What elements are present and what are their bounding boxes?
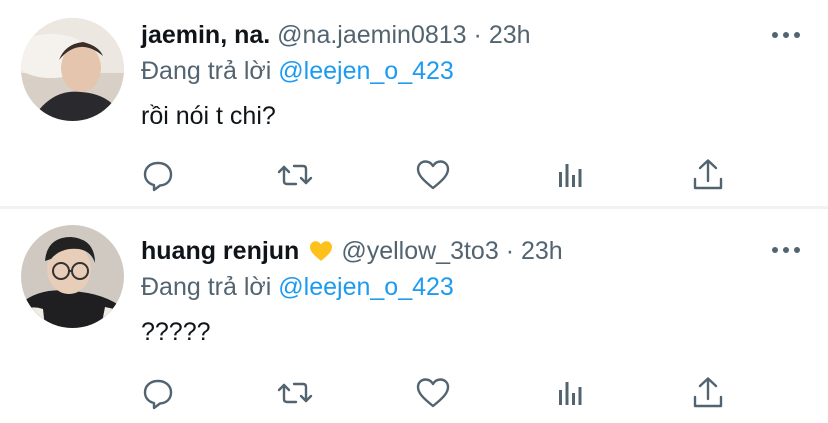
timestamp[interactable]: 23h: [489, 21, 531, 49]
tweet-actions: [0, 155, 828, 195]
more-options-icon[interactable]: [772, 245, 800, 255]
separator-dot: ·: [505, 237, 515, 265]
display-name[interactable]: huang renjun: [141, 237, 299, 265]
analytics-icon[interactable]: [551, 373, 591, 413]
tweet[interactable]: huang renjun @yellow_3to3 · 23h Đang trả …: [0, 209, 828, 423]
avatar[interactable]: [21, 225, 124, 328]
avatar[interactable]: [21, 18, 124, 121]
timestamp[interactable]: 23h: [521, 237, 563, 265]
tweet-actions: [0, 373, 828, 413]
retweet-icon[interactable]: [275, 155, 315, 195]
share-icon[interactable]: [688, 155, 728, 195]
reply-mention-link[interactable]: @leejen_o_423: [278, 57, 454, 85]
replying-to-label: Đang trả lời: [141, 273, 272, 301]
tweet-header: jaemin, na. @na.jaemin0813 · 23h: [141, 20, 531, 50]
tweet-text: rồi nói t chi?: [141, 102, 276, 130]
tweet-header: huang renjun @yellow_3to3 · 23h: [141, 236, 563, 270]
separator-dot: ·: [473, 21, 482, 49]
tweet[interactable]: jaemin, na. @na.jaemin0813 · 23h Đang tr…: [0, 0, 828, 206]
display-name[interactable]: jaemin, na.: [141, 21, 270, 49]
replying-to: Đang trả lời @leejen_o_423: [141, 56, 454, 86]
analytics-icon[interactable]: [551, 155, 591, 195]
replying-to-label: Đang trả lời: [141, 57, 272, 85]
share-icon[interactable]: [688, 373, 728, 413]
replying-to: Đang trả lời @leejen_o_423: [141, 272, 454, 302]
username-handle[interactable]: @yellow_3to3: [341, 237, 498, 265]
reply-icon[interactable]: [138, 155, 178, 195]
username-handle[interactable]: @na.jaemin0813: [277, 21, 466, 49]
yellow-heart-icon: [309, 239, 333, 270]
reply-mention-link[interactable]: @leejen_o_423: [278, 273, 454, 301]
like-icon[interactable]: [413, 155, 453, 195]
reply-icon[interactable]: [138, 373, 178, 413]
tweet-text: ?????: [141, 318, 211, 346]
more-options-icon[interactable]: [772, 30, 800, 40]
retweet-icon[interactable]: [275, 373, 315, 413]
like-icon[interactable]: [413, 373, 453, 413]
